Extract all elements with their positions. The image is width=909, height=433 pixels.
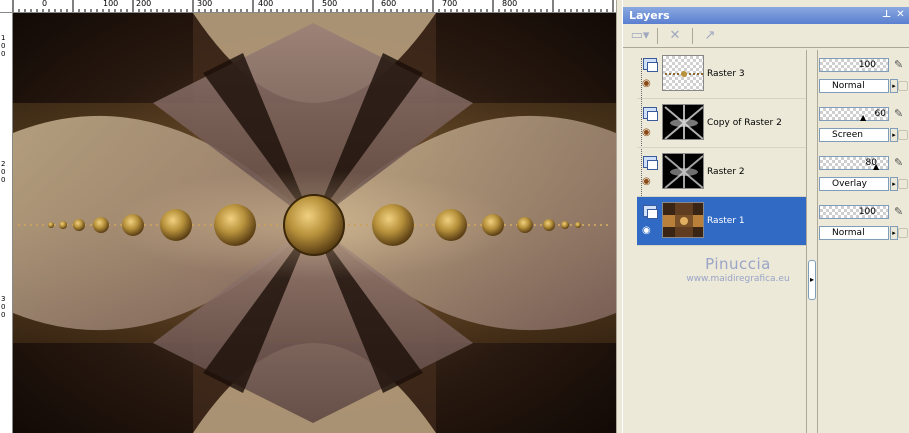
opacity-value: 60: [874, 109, 886, 119]
lock-icon[interactable]: [898, 130, 908, 140]
palette-title: Layers: [629, 9, 670, 22]
blend-mode-select[interactable]: Overlay: [819, 177, 889, 191]
watermark-name: Pinuccia: [705, 255, 771, 273]
visibility-eye-icon[interactable]: ◉: [642, 79, 658, 89]
opacity-value: 100: [858, 207, 876, 217]
image-canvas[interactable]: [13, 13, 616, 433]
pin-icon[interactable]: ⊥: [881, 8, 892, 21]
raster-layer-icon: [643, 205, 658, 219]
lock-icon[interactable]: [898, 81, 908, 91]
splitter-arrow-icon[interactable]: ▸: [808, 260, 816, 300]
dropdown-arrow-icon[interactable]: ▸: [890, 177, 898, 191]
opacity-slider[interactable]: ▲ 60: [819, 107, 889, 122]
blend-mode-select[interactable]: Normal: [819, 79, 889, 93]
layer-properties-icon[interactable]: ↗: [699, 27, 721, 45]
layer-list: ◉ Raster 3 ◉ Copy of Raster 2 ◉ Raster 2: [637, 50, 807, 250]
raster-layer-icon: [643, 58, 658, 72]
ruler-label: 1: [1, 34, 6, 42]
layer-row-raster-3[interactable]: ◉ Raster 3: [637, 50, 807, 99]
palette-titlebar[interactable]: Layers ⊥ ✕: [623, 7, 909, 24]
dropdown-arrow-icon[interactable]: ▸: [890, 128, 898, 142]
layer-row-raster-2[interactable]: ◉ Raster 2: [637, 148, 807, 197]
watermark: Pinuccia www.maidiregrafica.eu: [658, 255, 818, 284]
blend-mode-select[interactable]: Screen: [819, 128, 889, 142]
horizontal-ruler: 0 100 200 300 400 500 600 700 800: [0, 0, 616, 13]
lock-icon[interactable]: [898, 228, 908, 238]
lock-icon[interactable]: [898, 179, 908, 189]
ruler-label: 0: [1, 50, 6, 58]
opacity-slider[interactable]: 100: [819, 205, 889, 219]
layer-thumbnail: [662, 55, 704, 91]
opacity-slider[interactable]: 100: [819, 58, 889, 72]
ruler-label: 0: [1, 303, 6, 311]
close-icon[interactable]: ✕: [895, 8, 906, 21]
ruler-ticks: [12, 0, 614, 12]
toolbar-separator: [657, 27, 658, 44]
layer-name: Raster 1: [707, 216, 745, 226]
visibility-eye-icon[interactable]: ◉: [642, 128, 658, 138]
layer-thumbnail: [662, 153, 704, 189]
ruler-label: 0: [1, 168, 6, 176]
edit-pen-icon[interactable]: ✎: [894, 107, 908, 121]
edit-pen-icon[interactable]: ✎: [894, 156, 908, 170]
layer-thumbnail: [662, 104, 704, 140]
layers-palette: Layers ⊥ ✕ ▭▾ ✕ ↗ ◉ Raster 3 ◉ Copy of R…: [622, 0, 909, 433]
ruler-label: 0: [1, 42, 6, 50]
layer-name: Copy of Raster 2: [707, 118, 782, 128]
layer-props-raster-2: ▲ 80 ✎ Overlay ▸: [819, 148, 909, 197]
layer-props-raster-1: 100 ✎ Normal ▸: [819, 197, 909, 246]
layer-row-copy-of-raster-2[interactable]: ◉ Copy of Raster 2: [637, 99, 807, 148]
slider-caret-icon[interactable]: ▲: [860, 114, 866, 122]
opacity-slider[interactable]: ▲ 80: [819, 156, 889, 171]
layer-thumbnail: [662, 202, 704, 238]
raster-layer-icon: [643, 107, 658, 121]
props-divider: [817, 50, 818, 433]
visibility-eye-icon[interactable]: ◉: [642, 177, 658, 187]
blend-mode-select[interactable]: Normal: [819, 226, 889, 240]
visibility-eye-icon[interactable]: ◉: [642, 226, 658, 236]
layer-row-raster-1[interactable]: ◉ Raster 1: [637, 197, 807, 246]
layer-name: Raster 3: [707, 69, 745, 79]
layer-name: Raster 2: [707, 167, 745, 177]
layer-props-raster-3: 100 ✎ Normal ▸: [819, 50, 909, 99]
ruler-label: 0: [1, 311, 6, 319]
layer-props-copy-of-raster-2: ▲ 60 ✎ Screen ▸: [819, 99, 909, 148]
edit-pen-icon[interactable]: ✎: [894, 58, 908, 72]
ruler-label: 3: [1, 295, 6, 303]
raster-layer-icon: [643, 156, 658, 170]
opacity-value: 100: [858, 60, 876, 70]
artwork: [13, 13, 616, 433]
dropdown-arrow-icon[interactable]: ▸: [890, 79, 898, 93]
ruler-label: 0: [1, 176, 6, 184]
new-layer-icon[interactable]: ▭▾: [629, 27, 651, 45]
opacity-value: 80: [865, 158, 877, 168]
dropdown-arrow-icon[interactable]: ▸: [890, 226, 898, 240]
ruler-label: 2: [1, 160, 6, 168]
vertical-ruler: 1 0 0 2 0 0 3 0 0: [0, 13, 13, 433]
watermark-url: www.maidiregrafica.eu: [686, 274, 790, 284]
edit-pen-icon[interactable]: ✎: [894, 205, 908, 219]
delete-layer-icon[interactable]: ✕: [664, 27, 686, 45]
toolbar-separator: [692, 27, 693, 44]
layers-toolbar: ▭▾ ✕ ↗: [623, 24, 909, 48]
